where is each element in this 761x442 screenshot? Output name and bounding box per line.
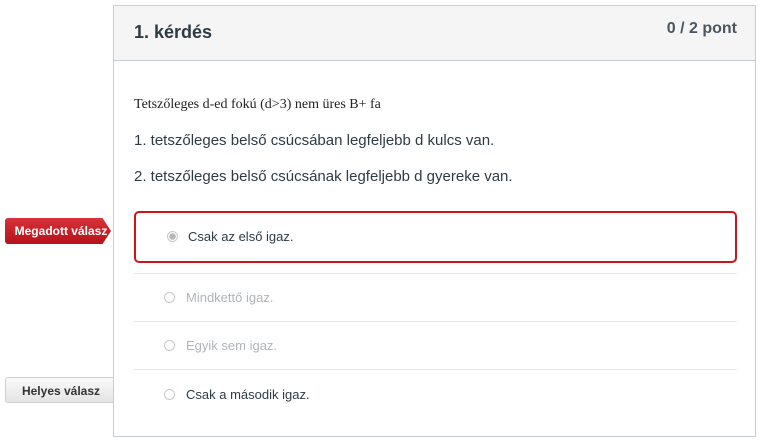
answer-option-given[interactable]: Csak az első igaz. bbox=[134, 211, 737, 263]
correct-answer-tag: Helyes válasz bbox=[5, 377, 127, 403]
answer-label: Csak az első igaz. bbox=[188, 229, 294, 244]
answer-option[interactable]: Mindkettő igaz. bbox=[134, 273, 737, 321]
answer-option[interactable]: Egyik sem igaz. bbox=[134, 321, 737, 369]
radio-icon[interactable] bbox=[164, 292, 175, 303]
question-points: 0 / 2 pont bbox=[666, 20, 737, 37]
question-statement-2: 2. tetszőleges belső csúcsának legfeljeb… bbox=[134, 168, 513, 185]
answer-option-correct[interactable]: Csak a második igaz. bbox=[134, 369, 737, 417]
answer-label: Csak a második igaz. bbox=[186, 387, 310, 402]
given-answer-tag: Megadott válasz bbox=[5, 218, 111, 244]
radio-icon[interactable] bbox=[164, 340, 175, 351]
question-card: 1. kérdés 0 / 2 pont Tetszőleges d-ed fo… bbox=[113, 5, 756, 437]
question-intro: Tetszőleges d-ed fokú (d>3) nem üres B+ … bbox=[134, 97, 381, 112]
question-title: 1. kérdés bbox=[134, 22, 213, 42]
answer-label: Mindkettő igaz. bbox=[186, 290, 274, 305]
radio-icon[interactable] bbox=[164, 389, 175, 400]
radio-selected-icon[interactable] bbox=[167, 231, 178, 242]
question-header: 1. kérdés 0 / 2 pont bbox=[114, 6, 755, 61]
answer-label: Egyik sem igaz. bbox=[186, 338, 278, 353]
question-statement-1: 1. tetszőleges belső csúcsában legfeljeb… bbox=[134, 132, 495, 149]
